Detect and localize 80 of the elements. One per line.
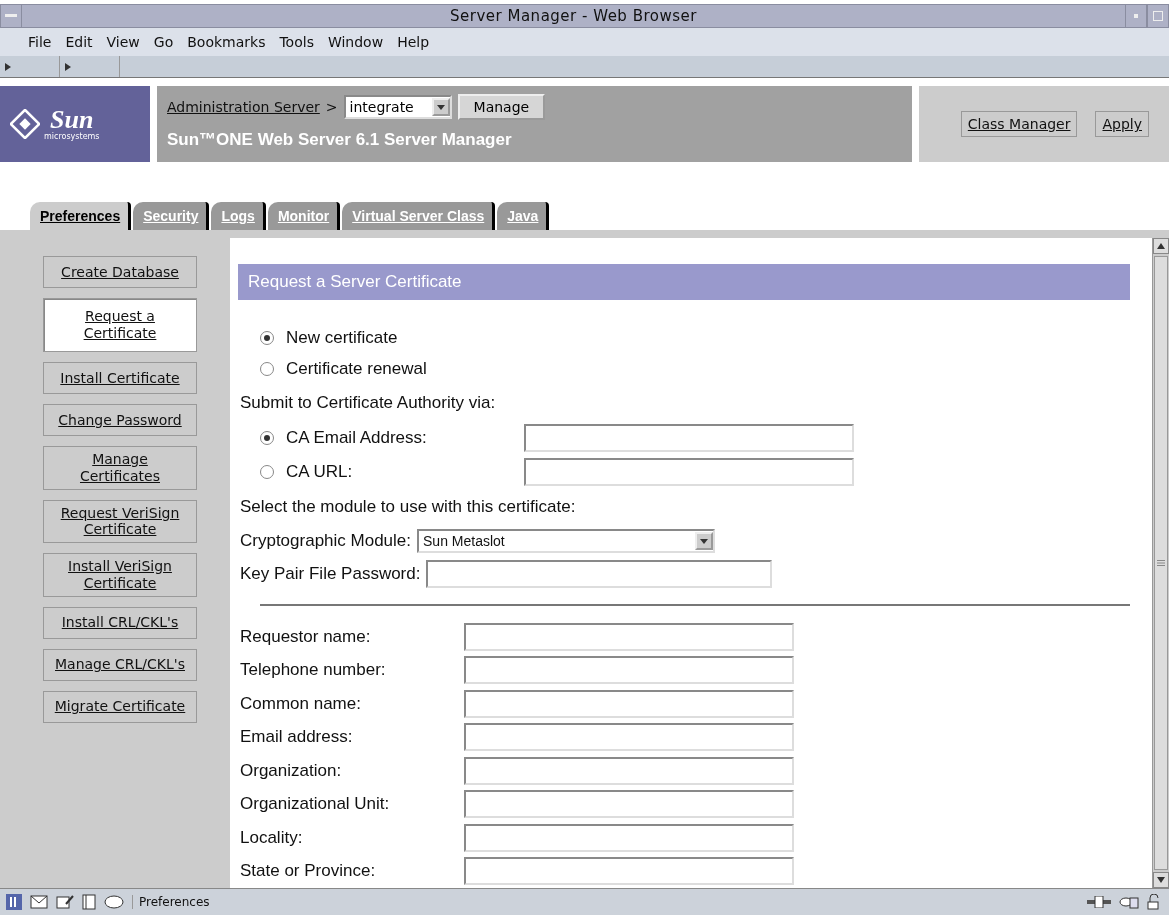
menu-item[interactable]: Edit [65,34,93,50]
sidebar-button[interactable]: Install CRL/CKL's [43,606,197,639]
dash-icon [5,14,17,18]
sidebar-button[interactable]: Manage Certificates [43,446,197,490]
window-title: Server Manager - Web Browser [449,7,698,25]
maximize-button[interactable] [1147,5,1169,27]
field-label: Requestor name: [240,626,372,647]
radio-label: New certificate [286,327,398,348]
field-label: Key Pair File Password: [240,563,421,584]
caret-icon [700,537,709,546]
sidebar-button[interactable]: Migrate Certificate [43,690,197,723]
logo-text: Sun [50,107,94,133]
logo-icon [10,109,40,139]
input-field[interactable] [464,656,794,685]
field-label: Cryptographic Module: [240,531,412,552]
minimize-button[interactable] [1125,5,1147,27]
product-title: Sun™ONE Web Server 6.1 Server Manager [167,130,513,150]
scrollbar[interactable] [1152,238,1169,888]
field-label: Locality: [240,827,304,848]
breadcrumb-separator: > [325,99,338,115]
sidebar-button[interactable]: Request VeriSign Certificate [43,499,197,544]
scroll-up-icon [1157,242,1165,250]
module-select[interactable]: Sun Metaslot [417,529,716,554]
navigator-icon[interactable] [6,894,22,910]
input-field[interactable] [464,823,794,852]
menu-item[interactable]: Bookmarks [187,34,266,50]
field-label: Telephone number: [240,660,387,681]
square-icon [1153,11,1163,21]
menu-item[interactable]: Tools [279,34,314,50]
expand-arrow-icon [64,62,72,71]
manage-button[interactable]: Manage [457,94,546,120]
sidebar-button[interactable]: Create Database [43,256,197,288]
privacy-icon [1119,895,1139,909]
window-menu-button[interactable] [0,5,22,27]
menu-item[interactable]: Go [153,34,174,50]
input-field[interactable] [464,857,794,886]
breadcrumb-link[interactable]: Administration Server [167,99,320,115]
form-title: Request a Server Certificate [238,264,1130,300]
grip-icon [1157,560,1165,566]
sidebar-button[interactable]: Change Password [43,404,197,436]
scroll-down-icon [1157,876,1165,884]
sidebar-button[interactable]: Manage CRL/CKL's [43,648,197,681]
input-field[interactable] [524,458,854,487]
expand-arrow-icon [4,62,12,71]
input-field[interactable] [464,790,794,819]
header-button[interactable]: Apply [1095,111,1149,137]
section-label: Submit to Certificate Authority via: [240,392,496,413]
mail-icon[interactable] [30,895,48,909]
sidebar-button[interactable]: Install VeriSign Certificate [43,553,197,597]
connection-icon [1087,896,1111,908]
address-book-icon[interactable] [82,894,96,910]
header-button[interactable]: Class Manager [960,111,1078,137]
input-field[interactable] [524,423,854,452]
input-field[interactable] [464,756,794,785]
radio-label: Certificate renewal [286,359,427,380]
logo-subtext: microsystems [44,133,100,141]
menu-item[interactable]: Help [397,34,430,50]
sidebar-button[interactable]: Request a Certificate [43,298,197,352]
server-select[interactable]: integrate [343,95,452,119]
input-field[interactable] [464,622,794,651]
menu-item[interactable]: File [28,34,52,50]
caret-icon [436,103,445,111]
radio-label: CA Email Address: [286,427,428,448]
section-label: Select the module to use with this certificate: [240,497,576,518]
input-field[interactable] [464,689,794,718]
chat-icon[interactable] [104,895,124,909]
password-field[interactable] [426,559,773,588]
composer-icon[interactable] [56,894,74,910]
menu-item[interactable]: Window [327,34,384,50]
input-field[interactable] [464,723,794,752]
tab[interactable]: Preferences [30,202,132,230]
status-text: Preferences [132,895,1079,909]
field-label: Common name: [240,693,362,714]
sidebar-button[interactable]: Install Certificate [43,362,197,394]
field-label: Organizational Unit: [240,794,391,815]
menu-item[interactable]: View [106,34,140,50]
radio-label: CA URL: [286,462,354,483]
field-label: State or Province: [240,861,377,882]
field-label: Email address: [240,727,354,748]
field-label: Organization: [240,760,343,781]
